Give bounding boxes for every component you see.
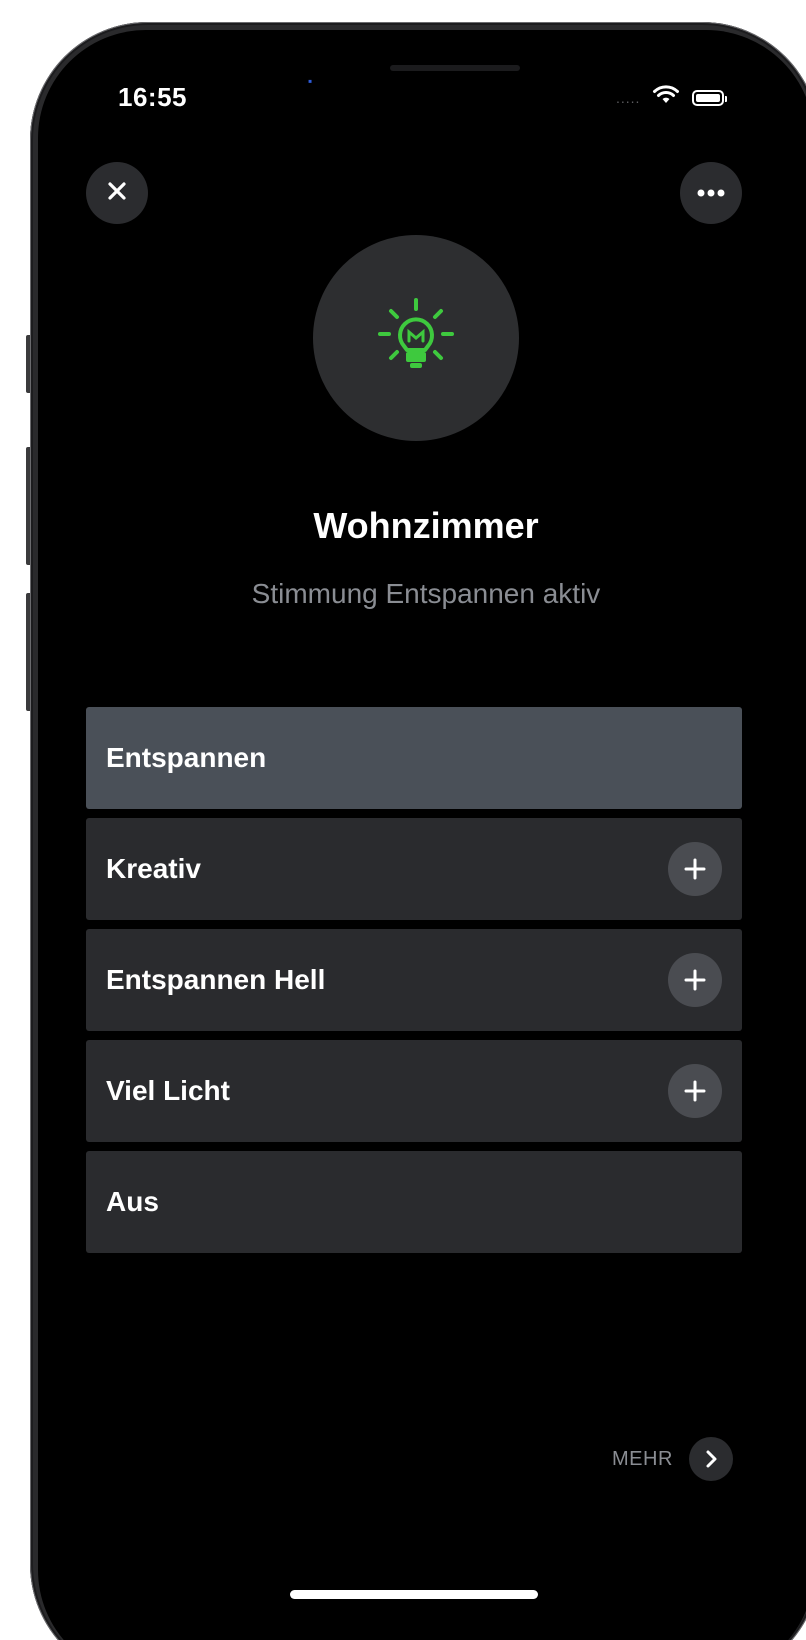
wifi-icon bbox=[652, 84, 680, 111]
add-scene-button[interactable] bbox=[668, 953, 722, 1007]
scene-item-kreativ[interactable]: Kreativ bbox=[86, 818, 742, 920]
signal-dots: ..... bbox=[616, 89, 641, 106]
more-label: MEHR bbox=[612, 1447, 673, 1470]
more-dots-icon bbox=[697, 184, 725, 202]
add-scene-button[interactable] bbox=[668, 842, 722, 896]
speaker-grille bbox=[390, 65, 520, 71]
add-scene-button[interactable] bbox=[668, 1064, 722, 1118]
scene-label: Kreativ bbox=[106, 853, 201, 884]
lightbulb-icon bbox=[374, 294, 458, 383]
plus-icon bbox=[684, 1080, 706, 1102]
device-frame: 16:55 ▪ ..... Wohnzimmer Stimmung Entspa… bbox=[0, 0, 806, 1640]
scene-label: Viel Licht bbox=[106, 1075, 230, 1106]
home-indicator[interactable] bbox=[290, 1590, 538, 1599]
mic-indicator-icon: ▪ bbox=[308, 74, 313, 88]
more-arrow-button[interactable] bbox=[688, 1437, 733, 1481]
scene-label: Entspannen bbox=[106, 742, 267, 773]
scene-list: Entspannen Kreativ Entspannen Hell Viel … bbox=[86, 707, 742, 1262]
plus-icon bbox=[684, 969, 706, 991]
chevron-right-icon bbox=[706, 1450, 717, 1468]
more-options-button[interactable] bbox=[680, 162, 742, 224]
scene-label: Aus bbox=[106, 1186, 159, 1217]
scene-item-entspannen-hell[interactable]: Entspannen Hell bbox=[86, 929, 742, 1031]
more-link[interactable]: MEHR bbox=[612, 1437, 733, 1481]
scene-item-entspannen[interactable]: Entspannen bbox=[86, 707, 742, 809]
battery-icon bbox=[692, 89, 728, 106]
status-icons: ..... bbox=[616, 84, 728, 111]
room-light-badge bbox=[313, 235, 519, 441]
app-screen: 16:55 ▪ ..... Wohnzimmer Stimmung Entspa… bbox=[38, 30, 806, 1640]
plus-icon bbox=[684, 858, 706, 880]
close-icon bbox=[105, 179, 129, 208]
room-title: Wohnzimmer bbox=[313, 505, 539, 546]
scene-label: Entspannen Hell bbox=[106, 964, 326, 995]
scene-item-aus[interactable]: Aus bbox=[86, 1151, 742, 1253]
close-button[interactable] bbox=[86, 162, 148, 224]
scene-item-viel-licht[interactable]: Viel Licht bbox=[86, 1040, 742, 1142]
room-status-subtitle: Stimmung Entspannen aktiv bbox=[251, 578, 601, 609]
status-time: 16:55 bbox=[118, 82, 187, 112]
